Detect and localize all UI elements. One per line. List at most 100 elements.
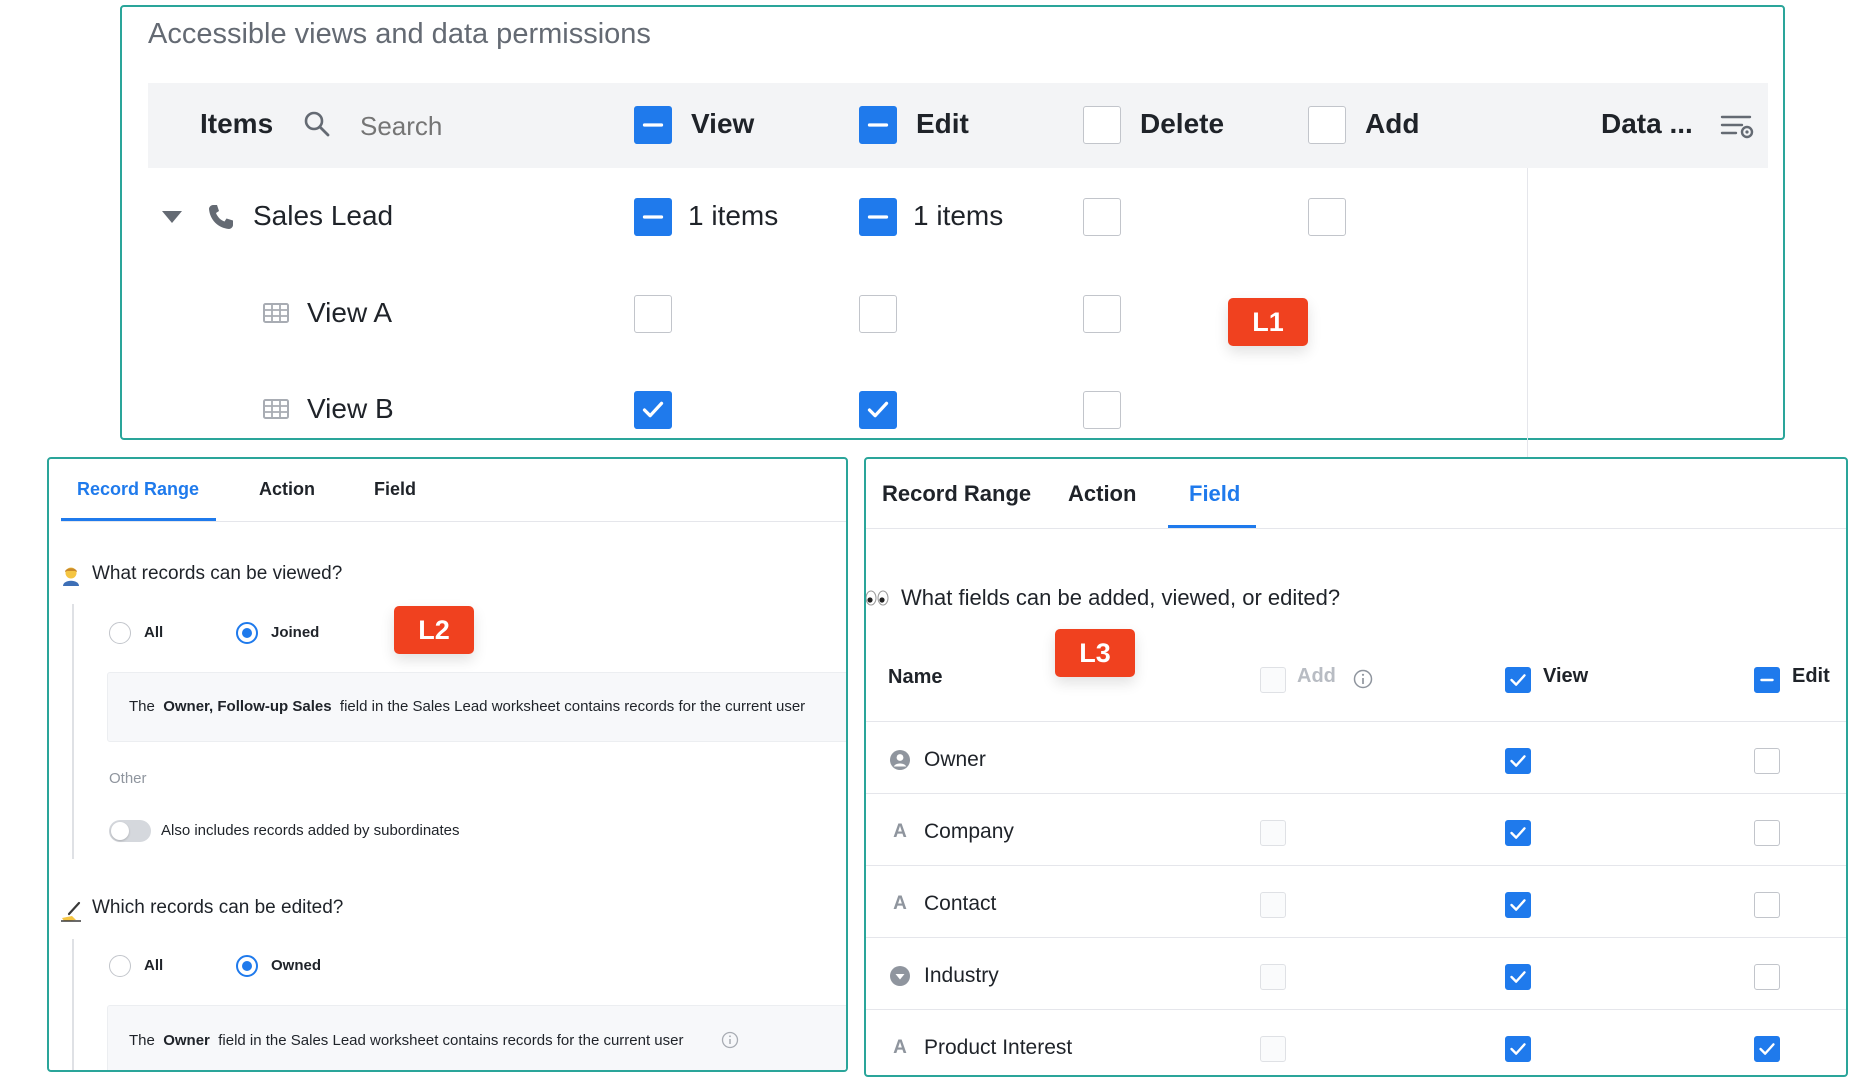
view-all-checkbox[interactable] bbox=[1505, 667, 1531, 693]
panel-title: Accessible views and data permissions bbox=[148, 18, 651, 50]
text-field-icon: A bbox=[893, 893, 907, 914]
tab-action[interactable]: Action bbox=[259, 479, 315, 500]
edited-owned-radio[interactable] bbox=[236, 955, 258, 977]
view-column-header: View bbox=[1543, 665, 1589, 687]
view-b-view-checkbox[interactable] bbox=[634, 391, 672, 429]
field-name-owner: Owner bbox=[924, 748, 986, 771]
person-emoji-icon bbox=[63, 567, 79, 586]
tab-field[interactable]: Field bbox=[374, 479, 416, 500]
search-icon[interactable] bbox=[303, 110, 331, 138]
industry-edit-checkbox[interactable] bbox=[1754, 964, 1780, 990]
text-field-icon: A bbox=[893, 821, 907, 842]
info-icon[interactable] bbox=[1353, 669, 1373, 689]
tab-action[interactable]: Action bbox=[1068, 481, 1136, 507]
sales-lead-row-label: Sales Lead bbox=[253, 200, 394, 231]
delete-column-header: Delete bbox=[1140, 108, 1225, 139]
row-divider bbox=[866, 937, 1846, 938]
record-range-panel: Record Range Action Field What records c… bbox=[47, 457, 848, 1072]
company-edit-checkbox[interactable] bbox=[1754, 820, 1780, 846]
name-column-header: Name bbox=[888, 666, 943, 688]
table-view-icon bbox=[263, 303, 289, 323]
add-all-checkbox[interactable] bbox=[1308, 106, 1346, 144]
sales-lead-delete-checkbox[interactable] bbox=[1083, 198, 1121, 236]
subordinates-toggle-label: Also includes records added by subordina… bbox=[161, 822, 460, 839]
contact-add-checkbox bbox=[1260, 892, 1286, 918]
tab-record-range[interactable]: Record Range bbox=[882, 481, 1031, 507]
view-column-header: View bbox=[691, 108, 755, 139]
owner-view-checkbox[interactable] bbox=[1505, 748, 1531, 774]
view-b-delete-checkbox[interactable] bbox=[1083, 391, 1121, 429]
sales-lead-view-count: 1 items bbox=[688, 200, 779, 231]
marker-l3: L3 bbox=[1055, 629, 1135, 677]
collapse-caret-icon[interactable] bbox=[160, 209, 184, 225]
section-guide-line bbox=[72, 604, 74, 859]
product-interest-view-checkbox[interactable] bbox=[1505, 1036, 1531, 1062]
view-a-edit-checkbox[interactable] bbox=[859, 295, 897, 333]
tab-record-range[interactable]: Record Range bbox=[77, 479, 199, 500]
field-name-product-interest: Product Interest bbox=[924, 1036, 1073, 1059]
writing-hand-icon bbox=[61, 901, 81, 922]
sales-lead-edit-checkbox[interactable] bbox=[859, 198, 897, 236]
delete-all-checkbox[interactable] bbox=[1083, 106, 1121, 144]
viewed-question: What records can be viewed? bbox=[92, 563, 343, 584]
view-a-row-label: View A bbox=[307, 297, 393, 328]
viewed-info-text: The Owner, Follow-up Sales field in the … bbox=[129, 698, 806, 715]
sales-lead-view-checkbox[interactable] bbox=[634, 198, 672, 236]
marker-l1: L1 bbox=[1228, 298, 1308, 346]
sales-lead-add-checkbox[interactable] bbox=[1308, 198, 1346, 236]
edit-all-checkbox[interactable] bbox=[1754, 667, 1780, 693]
row-divider bbox=[866, 1009, 1846, 1010]
viewed-joined-radio[interactable] bbox=[236, 622, 258, 644]
fields-question: What fields can be added, viewed, or edi… bbox=[901, 585, 1341, 610]
viewed-joined-label: Joined bbox=[271, 624, 320, 641]
view-b-edit-checkbox[interactable] bbox=[859, 391, 897, 429]
edited-info-text: The Owner field in the Sales Lead worksh… bbox=[129, 1032, 684, 1049]
edited-owned-label: Owned bbox=[271, 957, 322, 974]
add-column-header: Add bbox=[1297, 665, 1336, 687]
owner-edit-checkbox[interactable] bbox=[1754, 748, 1780, 774]
column-settings-icon[interactable] bbox=[1720, 111, 1756, 143]
edit-all-checkbox[interactable] bbox=[859, 106, 897, 144]
viewed-all-radio[interactable] bbox=[109, 622, 131, 644]
industry-view-checkbox[interactable] bbox=[1505, 964, 1531, 990]
info-icon[interactable] bbox=[721, 1031, 739, 1049]
field-name-contact: Contact bbox=[924, 892, 997, 915]
data-column-header: Data ... bbox=[1601, 108, 1693, 139]
row-divider bbox=[866, 793, 1846, 794]
contact-edit-checkbox[interactable] bbox=[1754, 892, 1780, 918]
industry-add-checkbox bbox=[1260, 964, 1286, 990]
product-interest-add-checkbox bbox=[1260, 1036, 1286, 1062]
edit-column-header: Edit bbox=[916, 108, 969, 139]
field-name-company: Company bbox=[924, 820, 1014, 843]
subordinates-toggle[interactable] bbox=[109, 820, 151, 842]
dropdown-field-icon bbox=[890, 966, 910, 986]
edited-all-radio[interactable] bbox=[109, 955, 131, 977]
row-divider bbox=[866, 721, 1846, 722]
tab-divider bbox=[61, 521, 846, 522]
edited-question: Which records can be edited? bbox=[92, 897, 344, 918]
eyes-icon bbox=[866, 590, 889, 606]
tab-divider bbox=[866, 528, 1846, 529]
section-guide-line bbox=[72, 939, 74, 1070]
add-column-header: Add bbox=[1365, 108, 1420, 139]
product-interest-edit-checkbox[interactable] bbox=[1754, 1036, 1780, 1062]
edited-all-label: All bbox=[144, 957, 164, 974]
view-all-checkbox[interactable] bbox=[634, 106, 672, 144]
field-name-industry: Industry bbox=[924, 964, 999, 987]
contact-view-checkbox[interactable] bbox=[1505, 892, 1531, 918]
edit-column-header: Edit bbox=[1792, 665, 1830, 687]
tab-field[interactable]: Field bbox=[1189, 481, 1240, 507]
viewed-all-label: All bbox=[144, 624, 164, 641]
search-input[interactable] bbox=[360, 108, 570, 144]
add-all-checkbox bbox=[1260, 667, 1286, 693]
column-divider bbox=[1527, 168, 1528, 458]
row-divider bbox=[866, 865, 1846, 866]
other-label: Other bbox=[109, 770, 147, 787]
view-a-view-checkbox[interactable] bbox=[634, 295, 672, 333]
field-permissions-panel: Record Range Action Field What fields ca… bbox=[864, 457, 1848, 1077]
text-field-icon: A bbox=[893, 1037, 907, 1058]
company-view-checkbox[interactable] bbox=[1505, 820, 1531, 846]
table-view-icon bbox=[263, 399, 289, 419]
view-a-delete-checkbox[interactable] bbox=[1083, 295, 1121, 333]
person-icon bbox=[890, 750, 910, 770]
